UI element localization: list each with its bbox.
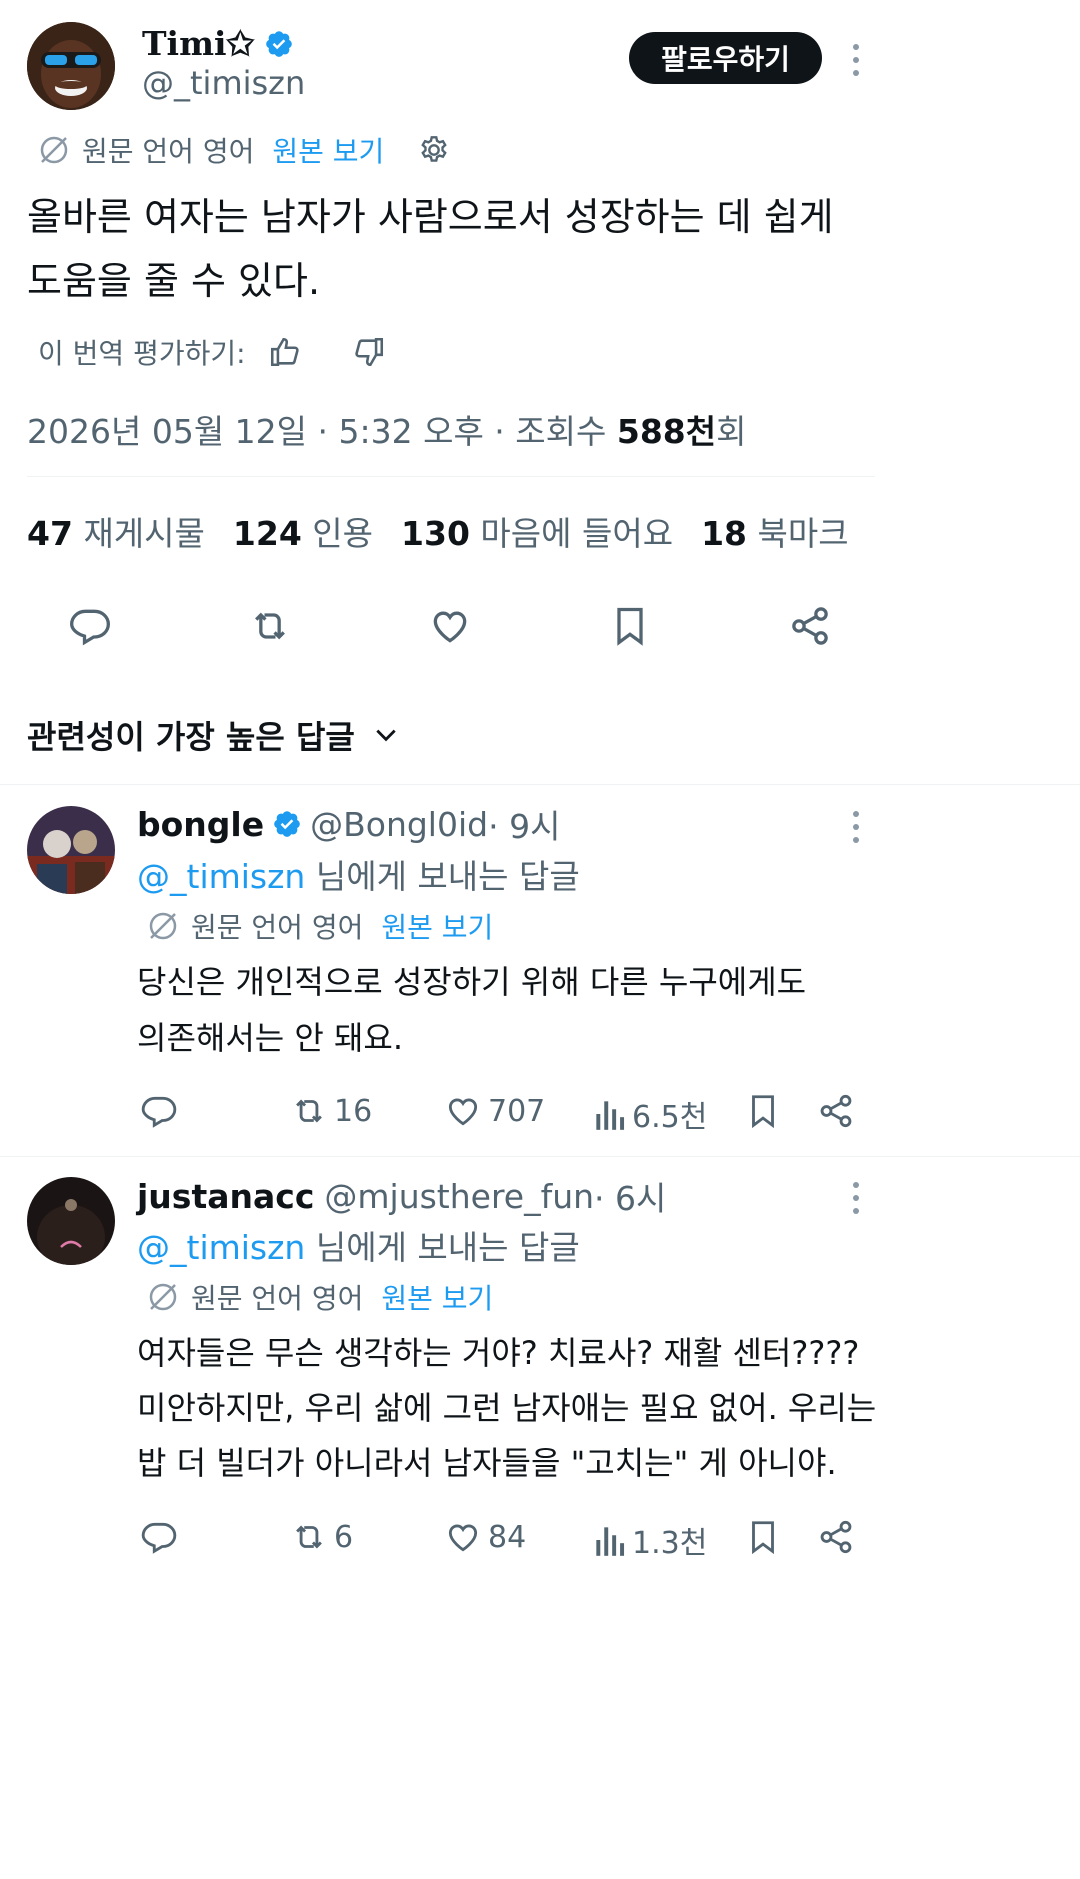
views-button[interactable]: 1.3천 <box>592 1518 707 1562</box>
views-count: 588천 <box>616 412 717 451</box>
repost-icon <box>290 1518 328 1556</box>
bookmark-icon[interactable] <box>608 604 652 648</box>
bookmark-icon[interactable] <box>744 1518 782 1556</box>
views-count: 1.3천 <box>632 1526 708 1561</box>
reply-author-handle[interactable]: @mjusthere_fun <box>324 1177 594 1216</box>
stat-reposts[interactable]: 47 재게시물 <box>27 507 205 555</box>
share-icon[interactable] <box>817 1518 855 1556</box>
stat-likes[interactable]: 130 마음에 들어요 <box>401 507 673 555</box>
replying-to-suffix: 님에게 보내는 답글 <box>305 857 580 896</box>
author-avatar[interactable] <box>27 22 115 110</box>
author-name[interactable]: Timi✩ <box>142 24 254 63</box>
reply-text-line: 미안하지만, 우리 삶에 그런 남자애는 필요 없어. 우리는 <box>137 1389 877 1427</box>
divider <box>0 1156 1080 1157</box>
analytics-bars-icon <box>592 1095 626 1133</box>
views-suffix: 회 <box>716 412 747 451</box>
thumbs-up-icon[interactable] <box>268 335 302 369</box>
stat-bookmarks[interactable]: 18 북마크 <box>701 507 849 555</box>
thumbs-down-icon[interactable] <box>352 335 386 369</box>
views-count: 6.5천 <box>632 1100 708 1135</box>
translation-note-row: 원문 언어 영어 원본 보기 <box>147 1277 493 1317</box>
translation-note-row: 원문 언어 영어 원본 보기 <box>147 906 493 946</box>
reply-text-line: 여자들은 무슨 생각하는 거야? 치료사? 재활 센터???? <box>137 1334 860 1372</box>
translation-note: 원문 언어 영어 <box>191 911 364 944</box>
repost-count: 16 <box>334 1093 373 1129</box>
verified-badge-icon <box>272 809 302 839</box>
repost-icon[interactable] <box>248 604 292 648</box>
reply-avatar[interactable] <box>27 1177 115 1265</box>
reply-header: justanacc @mjusthere_fun · 6시 <box>137 1172 666 1220</box>
like-count: 84 <box>488 1519 527 1555</box>
show-original-link[interactable]: 원본 보기 <box>272 130 384 170</box>
repost-icon <box>290 1092 328 1130</box>
translate-icon <box>38 134 70 166</box>
like-count: 707 <box>488 1093 546 1129</box>
like-button[interactable]: 707 <box>444 1092 545 1130</box>
show-original-link[interactable]: 원본 보기 <box>381 1277 493 1317</box>
verified-badge-icon <box>264 29 294 59</box>
reply-text-line: 당신은 개인적으로 성장하기 위해 다른 누구에게도 <box>137 963 807 1001</box>
translation-note: 원문 언어 영어 <box>191 1282 364 1315</box>
reply-button[interactable] <box>140 1518 178 1556</box>
more-options-icon[interactable] <box>852 811 860 850</box>
reply-text-line: 의존해서는 안 돼요. <box>137 1019 404 1057</box>
analytics-bars-icon <box>592 1521 626 1559</box>
reply-avatar[interactable] <box>27 806 115 894</box>
reply-author-handle[interactable]: @Bongl0id <box>310 805 488 844</box>
author-name-row: Timi✩ <box>142 24 294 63</box>
reply-time: · 6시 <box>594 1179 667 1218</box>
translation-note: 원문 언어 영어 <box>82 135 255 168</box>
reply-header: bongle @Bongl0id · 9시 <box>137 800 560 848</box>
more-options-icon[interactable] <box>852 1182 860 1221</box>
replies-sort-label: 관련성이 가장 높은 답글 <box>27 718 355 756</box>
timestamp: 2026년 05월 12일 · 5:32 오후 · 조회수 <box>27 412 617 451</box>
follow-button[interactable]: 팔로우하기 <box>629 32 822 84</box>
translate-icon <box>147 910 179 942</box>
like-button[interactable]: 84 <box>444 1518 526 1556</box>
stat-quotes[interactable]: 124 인용 <box>233 507 373 555</box>
timestamp-row: 2026년 05월 12일 · 5:32 오후 · 조회수 588천회 <box>27 405 746 453</box>
like-heart-icon[interactable] <box>428 604 472 648</box>
follow-button-label: 팔로우하기 <box>661 43 790 76</box>
tweet-text-line-1: 올바른 여자는 남자가 사람으로서 성장하는 데 쉽게 <box>27 195 834 239</box>
more-options-icon[interactable] <box>852 44 860 83</box>
reply-icon[interactable] <box>68 604 112 648</box>
reply-author-name[interactable]: justanacc <box>137 1177 314 1216</box>
share-icon[interactable] <box>788 604 832 648</box>
share-icon[interactable] <box>817 1092 855 1130</box>
rate-translation-label: 이 번역 평가하기: <box>38 337 246 370</box>
like-heart-icon <box>444 1092 482 1130</box>
replying-to-handle[interactable]: @_timiszn <box>137 857 305 896</box>
replying-to: @_timiszn 님에게 보내는 답글 <box>137 1221 580 1269</box>
translation-note-row: 원문 언어 영어 원본 보기 <box>38 130 450 170</box>
like-heart-icon <box>444 1518 482 1556</box>
reply-text-line: 밥 더 빌더가 아니라서 남자들을 "고치는" 게 아니야. <box>137 1444 837 1482</box>
translate-icon <box>147 1281 179 1313</box>
author-handle[interactable]: @_timiszn <box>142 64 305 102</box>
tweet-text-line-2: 도움을 줄 수 있다. <box>27 259 321 303</box>
replying-to: @_timiszn 님에게 보내는 답글 <box>137 850 580 898</box>
reply-button[interactable] <box>140 1092 178 1130</box>
repost-count: 6 <box>334 1519 354 1555</box>
views-button[interactable]: 6.5천 <box>592 1092 707 1136</box>
show-original-link[interactable]: 원본 보기 <box>381 906 493 946</box>
stats-row: 47 재게시물 124 인용 130 마음에 들어요 18 북마크 <box>27 507 849 555</box>
divider <box>27 476 875 477</box>
repost-button[interactable]: 16 <box>290 1092 372 1130</box>
reply-author-name[interactable]: bongle <box>137 805 264 844</box>
chevron-down-icon <box>373 722 399 748</box>
replying-to-suffix: 님에게 보내는 답글 <box>305 1228 580 1267</box>
repost-button[interactable]: 6 <box>290 1518 353 1556</box>
bookmark-icon[interactable] <box>744 1092 782 1130</box>
replies-sort-dropdown[interactable]: 관련성이 가장 높은 답글 <box>27 712 399 758</box>
replying-to-handle[interactable]: @_timiszn <box>137 1228 305 1267</box>
settings-gear-icon[interactable] <box>418 134 450 166</box>
reply-time: · 9시 <box>488 807 561 846</box>
divider <box>0 784 1080 785</box>
rate-translation-row: 이 번역 평가하기: <box>38 332 386 372</box>
